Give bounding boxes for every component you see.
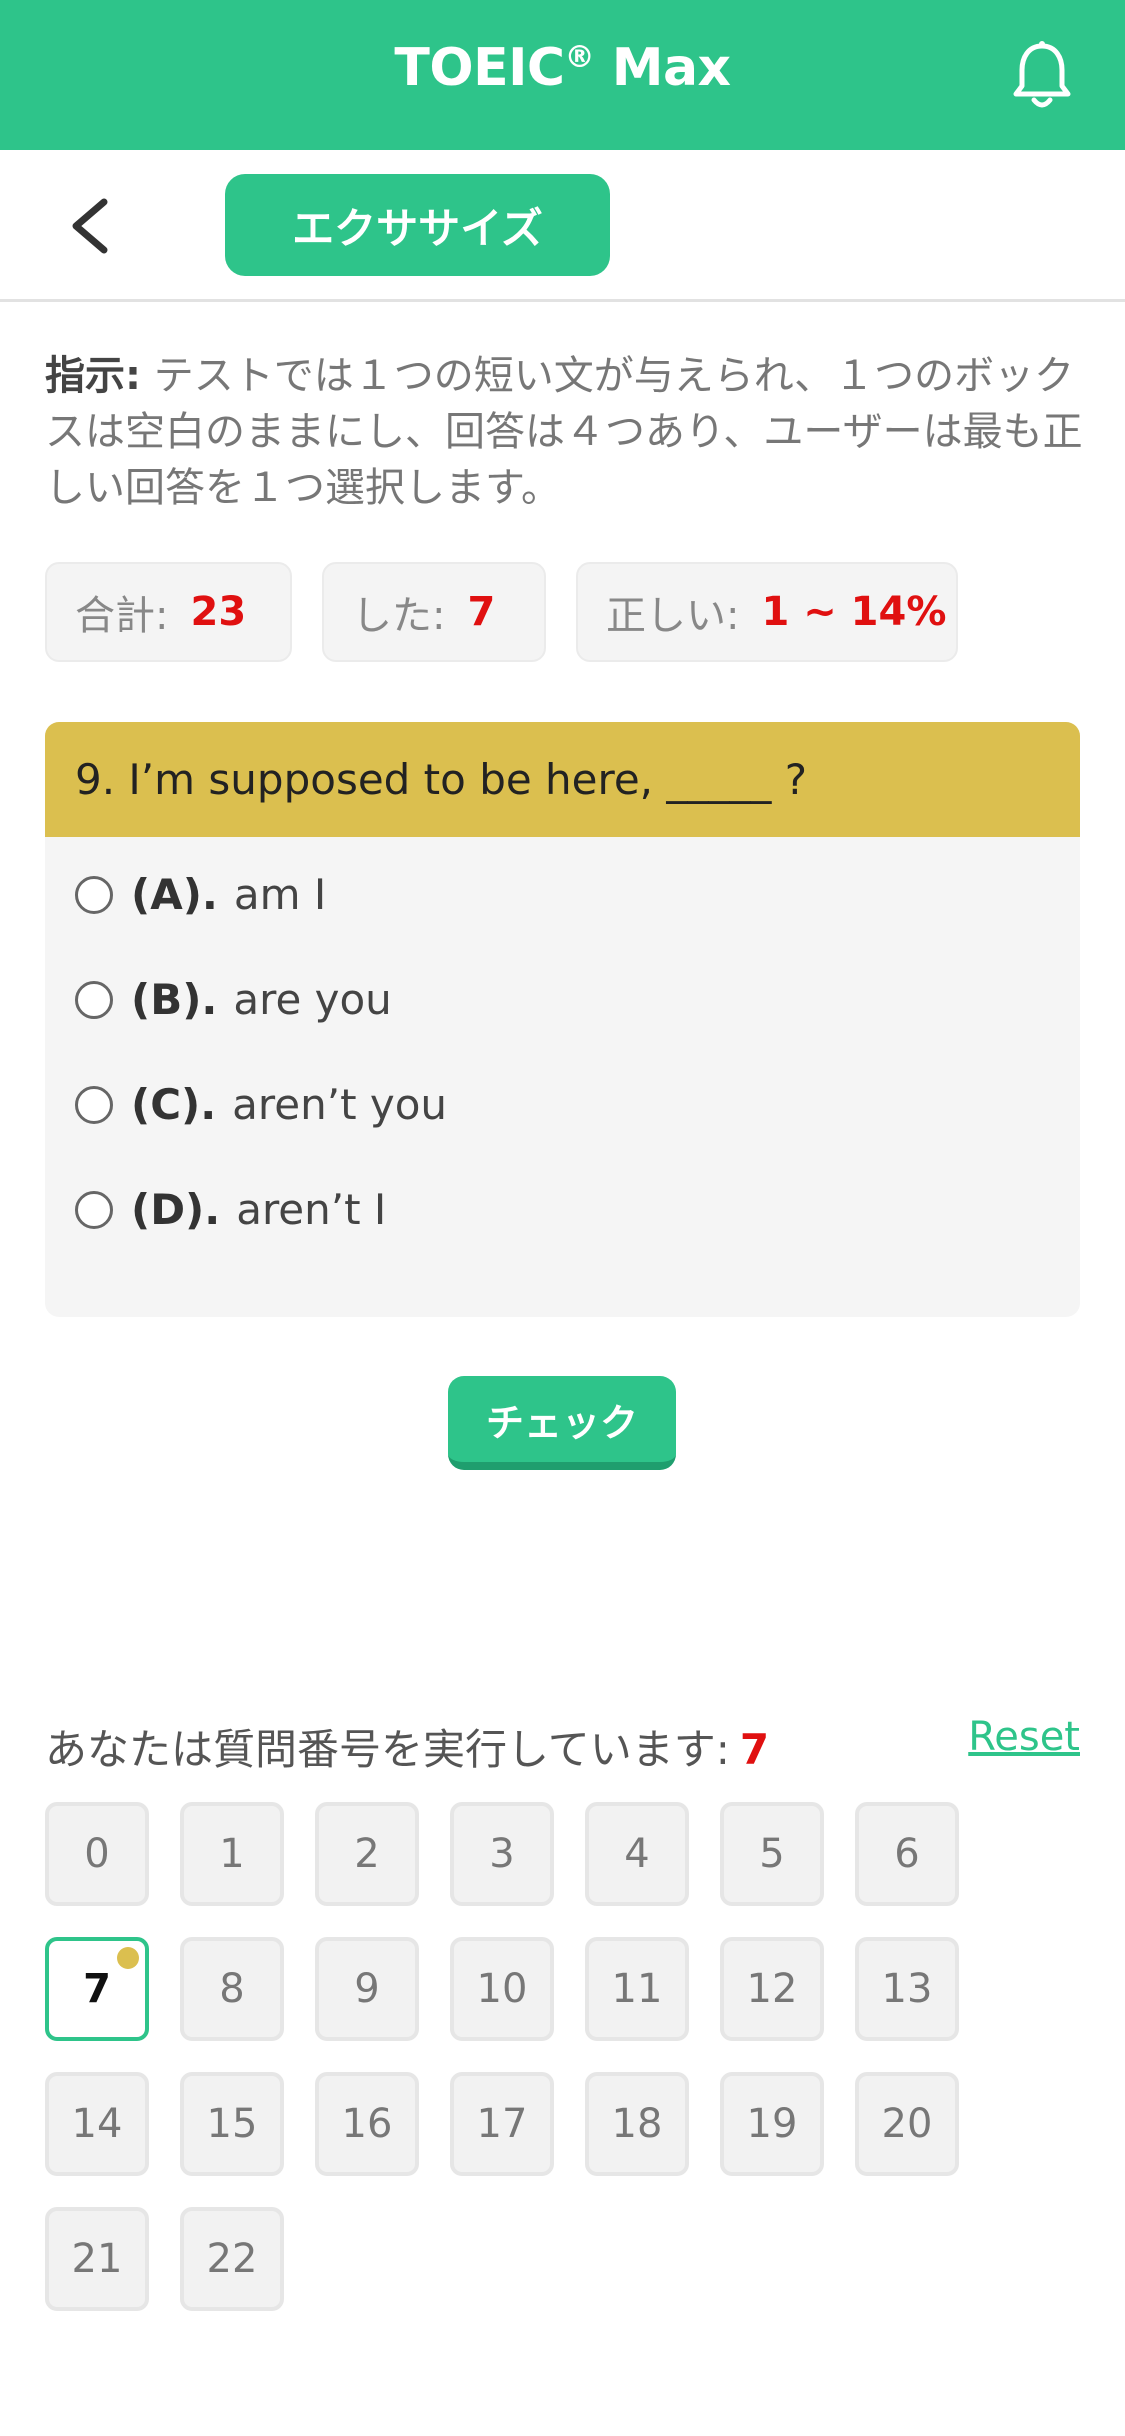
question-number-button[interactable]: 15 <box>180 2072 284 2176</box>
question-number-button[interactable]: 3 <box>450 1802 554 1906</box>
radio-button[interactable] <box>75 1085 113 1124</box>
option-text: aren’t I <box>236 1185 387 1234</box>
option-text: aren’t you <box>232 1080 448 1129</box>
option-b[interactable]: (B). are you <box>75 975 392 1024</box>
option-key: (D). <box>131 1185 221 1234</box>
question-number-button[interactable]: 12 <box>720 1937 824 2041</box>
app-header: TOEIC® Max <box>0 0 1125 150</box>
option-key: (B). <box>131 975 218 1024</box>
stat-done-value: 7 <box>467 589 496 635</box>
radio-button[interactable] <box>75 1190 113 1229</box>
option-c[interactable]: (C). aren’t you <box>75 1080 447 1129</box>
question-number-button[interactable]: 18 <box>585 2072 689 2176</box>
progress-label-text: あなたは質問番号を実行しています: <box>45 1725 730 1774</box>
check-button[interactable]: チェック <box>448 1376 676 1470</box>
back-arrow-icon[interactable] <box>62 194 122 258</box>
question-number-button[interactable]: 22 <box>180 2207 284 2311</box>
stat-correct: 正しい: 1 ~ 14% <box>576 562 958 662</box>
tab-exercise[interactable]: エクササイズ <box>225 174 610 276</box>
app-title-text: TOEIC <box>394 38 565 98</box>
question-number-button[interactable]: 16 <box>315 2072 419 2176</box>
question-number-button[interactable]: 10 <box>450 1937 554 2041</box>
question-number-button[interactable]: 19 <box>720 2072 824 2176</box>
instructions-text: テストでは１つの短い文が与えられ、１つのボックスは空白のままにし、回答は４つあり… <box>45 353 1083 511</box>
option-d[interactable]: (D). aren’t I <box>75 1185 386 1234</box>
stat-done-label: した: <box>352 593 446 639</box>
option-text: are you <box>233 975 392 1024</box>
option-a[interactable]: (A). am I <box>75 870 326 919</box>
question-number-button[interactable]: 14 <box>45 2072 149 2176</box>
sub-navigation: エクササイズ <box>0 150 1125 302</box>
stat-total-label: 合計: <box>75 593 169 639</box>
option-key: (A). <box>131 870 218 919</box>
question-number-button[interactable]: 11 <box>585 1937 689 2041</box>
question-text: 9. I’m supposed to be here, _____ ? <box>45 722 1080 837</box>
question-number-button[interactable]: 4 <box>585 1802 689 1906</box>
app-title-suffix: Max <box>594 38 731 98</box>
question-number-button[interactable]: 21 <box>45 2207 149 2311</box>
current-question-number: 7 <box>739 1725 770 1774</box>
progress-label: あなたは質問番号を実行しています: 7 <box>45 1716 769 1777</box>
question-card: 9. I’m supposed to be here, _____ ? (A).… <box>45 722 1080 1317</box>
option-text: am I <box>233 870 327 919</box>
question-number-button-current[interactable]: 7 <box>45 1937 149 2041</box>
stat-correct-label: 正しい: <box>606 593 740 639</box>
reset-link[interactable]: Reset <box>968 1714 1080 1760</box>
question-number-button[interactable]: 13 <box>855 1937 959 2041</box>
question-number-button[interactable]: 2 <box>315 1802 419 1906</box>
stat-total-value: 23 <box>190 589 247 635</box>
question-number-button[interactable]: 20 <box>855 2072 959 2176</box>
bell-icon[interactable] <box>1010 40 1074 112</box>
radio-button[interactable] <box>75 875 113 914</box>
question-number-button[interactable]: 0 <box>45 1802 149 1906</box>
stat-total: 合計: 23 <box>45 562 292 662</box>
instructions: 指示: テストでは１つの短い文が与えられ、１つのボックスは空白のままにし、回答は… <box>45 348 1085 516</box>
question-number-button[interactable]: 9 <box>315 1937 419 2041</box>
question-number-button[interactable]: 17 <box>450 2072 554 2176</box>
registered-mark: ® <box>564 40 595 75</box>
current-indicator-dot <box>117 1947 139 1969</box>
stat-done: した: 7 <box>322 562 546 662</box>
question-number-button[interactable]: 6 <box>855 1802 959 1906</box>
app-title: TOEIC® Max <box>0 38 1125 98</box>
instructions-label: 指示: <box>45 353 141 399</box>
question-number-button[interactable]: 8 <box>180 1937 284 2041</box>
question-number-button[interactable]: 1 <box>180 1802 284 1906</box>
question-number-label: 7 <box>83 1966 111 2012</box>
stat-correct-value: 1 ~ 14% <box>761 589 947 635</box>
question-number-button[interactable]: 5 <box>720 1802 824 1906</box>
radio-button[interactable] <box>75 980 113 1019</box>
option-key: (C). <box>131 1080 217 1129</box>
